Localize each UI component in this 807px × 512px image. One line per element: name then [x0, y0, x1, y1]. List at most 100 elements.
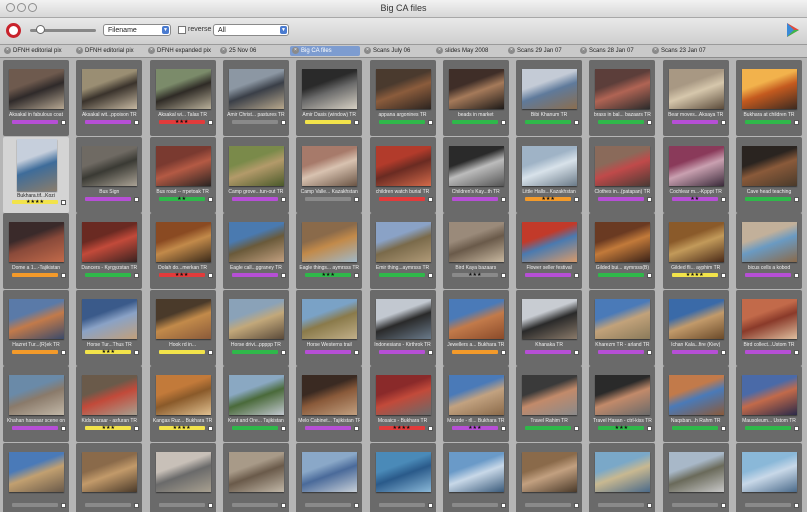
select-checkbox[interactable] [427, 120, 433, 125]
photo-cell[interactable] [296, 442, 363, 512]
photo-cell[interactable]: Bibi Khanum TR [516, 60, 583, 136]
photo-cell[interactable]: Camp grove...tun-out TR [222, 136, 289, 213]
photo-cell[interactable]: Mourde - rll... Bukhara TR ★★★ [442, 366, 509, 442]
star-rating[interactable]: ★★★★ [159, 425, 205, 431]
select-checkbox[interactable] [134, 120, 140, 125]
star-rating[interactable]: ★★★ [452, 272, 498, 278]
select-checkbox[interactable] [574, 426, 580, 431]
tab[interactable]: × Scans July 06 [362, 46, 432, 56]
photo-cell[interactable]: Travel Hasan - ctrl-kiss TR ★★★ [589, 366, 656, 442]
photo-cell[interactable]: Dolah do...merkan TR ★★★ [149, 213, 216, 289]
photo-cell[interactable]: Emir thing...aymrsss TR [369, 213, 436, 289]
select-checkbox[interactable] [354, 120, 360, 125]
photo-thumbnail[interactable] [82, 298, 138, 339]
tab[interactable]: × Big CA files [290, 46, 360, 56]
star-rating[interactable]: ★★★ [85, 425, 131, 431]
star-rating[interactable]: ★★★★ [672, 272, 718, 278]
photo-thumbnail[interactable] [375, 145, 431, 186]
star-rating[interactable]: ★★★ [598, 425, 644, 431]
photo-thumbnail[interactable] [595, 222, 651, 262]
photo-cell[interactable]: children watch burial TR [369, 136, 436, 213]
photo-thumbnail[interactable] [595, 69, 651, 109]
photo-thumbnail[interactable] [668, 298, 724, 339]
photo-thumbnail[interactable] [742, 451, 797, 492]
photo-cell[interactable] [516, 442, 583, 512]
select-checkbox[interactable] [794, 196, 799, 202]
tab[interactable]: × DFNH editorial pix [74, 46, 144, 56]
tab[interactable]: × DFNH editorial pix [2, 46, 72, 56]
select-checkbox[interactable] [574, 196, 580, 202]
photo-cell[interactable]: Children's Kay...th TR [442, 136, 509, 213]
close-tab-icon[interactable]: × [292, 47, 299, 54]
photo-thumbnail[interactable] [155, 69, 211, 109]
close-tab-icon[interactable]: × [148, 47, 155, 54]
select-checkbox[interactable] [427, 273, 433, 278]
photo-cell[interactable] [76, 442, 143, 512]
star-rating[interactable]: ★★★ [305, 272, 351, 278]
photo-thumbnail[interactable] [155, 375, 211, 415]
photo-thumbnail[interactable] [375, 451, 431, 492]
photo-cell[interactable]: Mosaics - Bukhara TR ★★★★ [369, 366, 436, 442]
select-checkbox[interactable] [647, 502, 653, 508]
photo-thumbnail[interactable] [302, 298, 358, 339]
star-rating[interactable]: ★★ [672, 196, 718, 202]
photo-thumbnail[interactable] [228, 145, 284, 186]
select-checkbox[interactable] [794, 349, 799, 355]
select-checkbox[interactable] [280, 426, 286, 431]
photo-thumbnail[interactable] [448, 69, 504, 109]
select-checkbox[interactable] [207, 196, 213, 202]
photo-cell[interactable]: Amir Dasis (window) TR [296, 60, 363, 136]
select-checkbox[interactable] [574, 273, 580, 278]
photo-thumbnail[interactable] [522, 222, 578, 262]
photo-thumbnail[interactable] [668, 375, 724, 415]
photo-cell[interactable] [149, 442, 216, 512]
photo-cell[interactable]: appana argonines TR [369, 60, 436, 136]
select-checkbox[interactable] [720, 349, 726, 355]
close-tab-icon[interactable]: × [652, 47, 659, 54]
close-tab-icon[interactable]: × [580, 47, 587, 54]
thumbnail-size-slider[interactable] [30, 25, 96, 35]
select-checkbox[interactable] [61, 120, 66, 125]
photo-thumbnail[interactable] [82, 69, 138, 109]
select-checkbox[interactable] [280, 502, 286, 508]
photo-thumbnail[interactable] [742, 222, 797, 262]
photo-thumbnail[interactable] [742, 298, 797, 339]
photo-thumbnail[interactable] [742, 375, 797, 415]
photo-cell[interactable]: brass in bal... bazaars TR [589, 60, 656, 136]
select-checkbox[interactable] [61, 426, 66, 431]
select-checkbox[interactable] [280, 196, 286, 202]
photo-thumbnail[interactable] [522, 298, 578, 339]
photo-cell[interactable]: Horse drivi...ppppp TR [222, 289, 289, 366]
photo-thumbnail[interactable] [155, 451, 211, 492]
photo-cell[interactable]: Amir Christ... pastures TR [222, 60, 289, 136]
close-tab-icon[interactable]: × [4, 47, 11, 54]
photo-thumbnail[interactable] [668, 451, 724, 492]
select-checkbox[interactable] [794, 120, 799, 125]
select-checkbox[interactable] [500, 426, 506, 431]
photo-thumbnail[interactable] [9, 298, 64, 339]
select-checkbox[interactable] [61, 273, 66, 278]
select-checkbox[interactable] [207, 273, 213, 278]
photo-thumbnail[interactable] [595, 145, 651, 186]
select-checkbox[interactable] [427, 426, 433, 431]
photo-thumbnail[interactable] [448, 298, 504, 339]
select-checkbox[interactable] [574, 349, 580, 355]
photo-cell[interactable]: Jewellers a... Bukhara TR [442, 289, 509, 366]
photo-cell[interactable]: Bukhara.tif...Kozi ★★★★ [3, 136, 69, 213]
close-tab-icon[interactable]: × [76, 47, 83, 54]
tab[interactable]: × Scans 23 Jan 07 [650, 46, 720, 56]
photo-thumbnail[interactable] [595, 375, 651, 415]
photo-cell[interactable]: Horse Westerns trail [296, 289, 363, 366]
photo-cell[interactable]: Bird Kaya bazaars ★★★ [442, 213, 509, 289]
photo-cell[interactable]: Ichan Kala...fire (Kiev) [662, 289, 729, 366]
photo-thumbnail[interactable] [9, 451, 64, 492]
photo-cell[interactable]: Camp Valle... Kazakhstan [296, 136, 363, 213]
select-checkbox[interactable] [134, 502, 140, 508]
close-tab-icon[interactable]: × [508, 47, 515, 54]
select-checkbox[interactable] [354, 426, 360, 431]
select-checkbox[interactable] [500, 502, 506, 508]
photo-cell[interactable]: Kangas Ruz... Bukhara TR ★★★★ [149, 366, 216, 442]
select-checkbox[interactable] [720, 502, 726, 508]
photo-thumbnail[interactable] [9, 375, 64, 415]
select-checkbox[interactable] [720, 273, 726, 278]
